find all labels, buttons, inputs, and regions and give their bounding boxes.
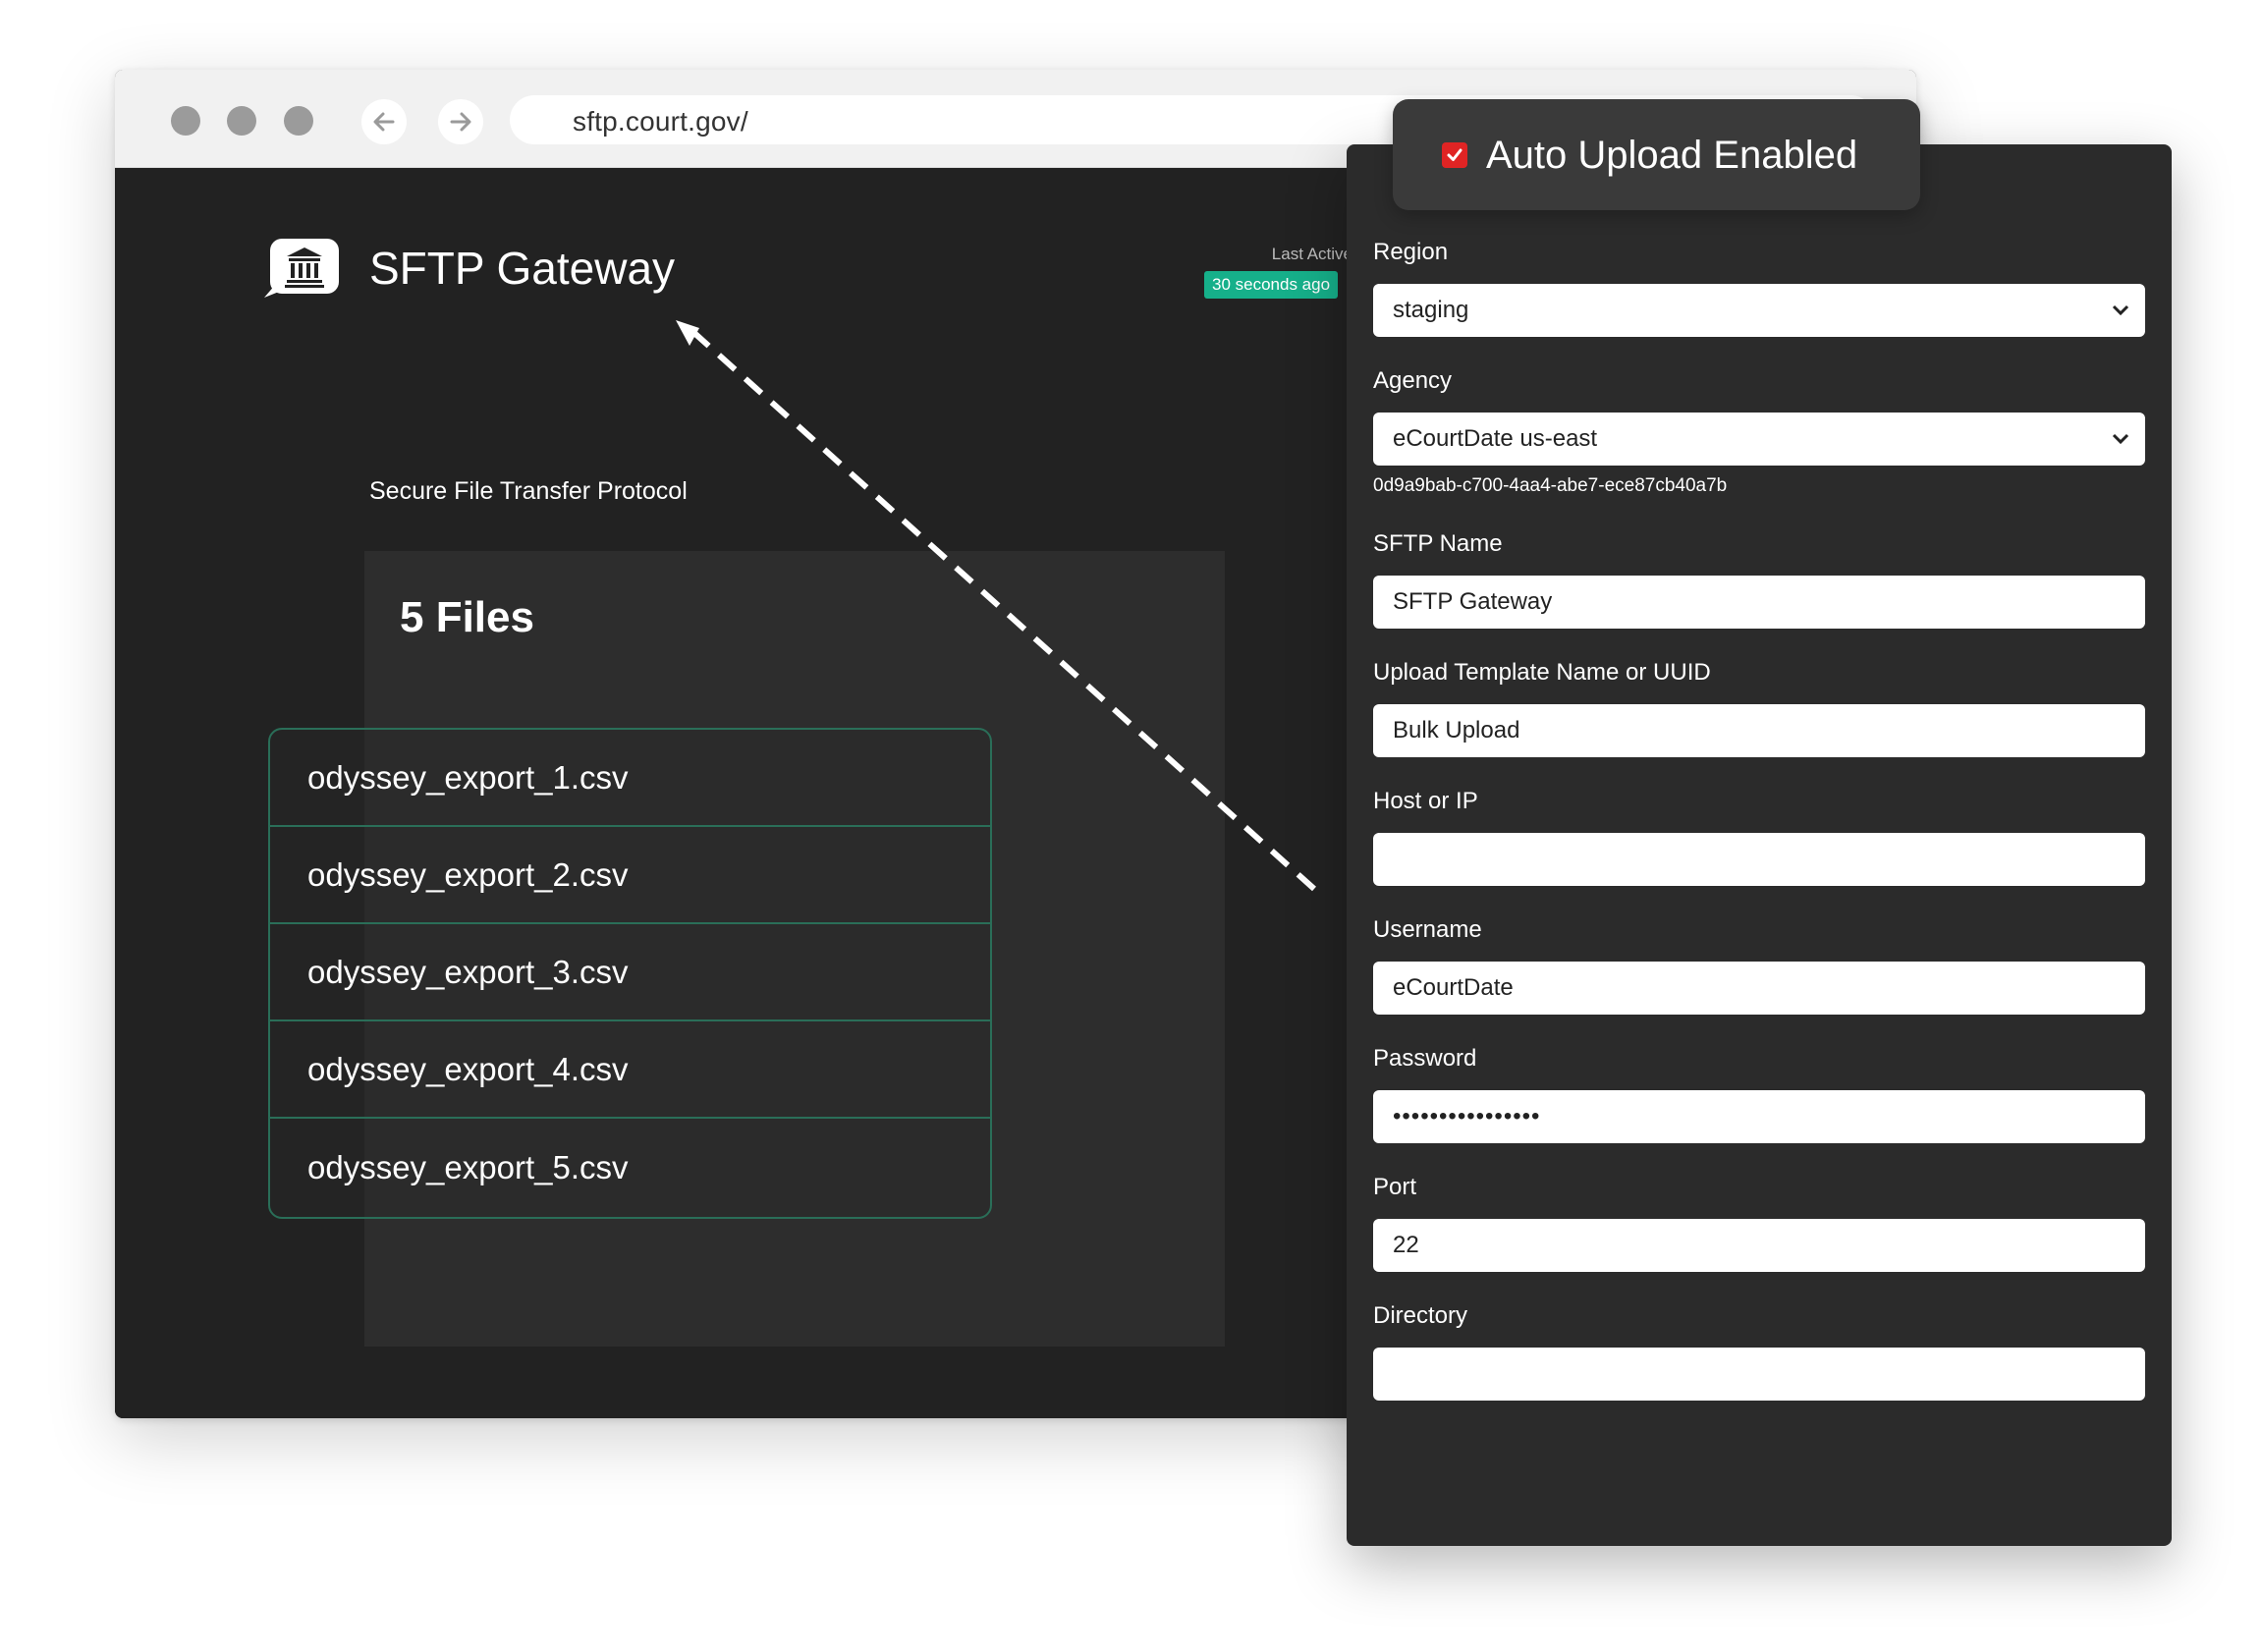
window-close-dot[interactable] — [171, 106, 200, 136]
chevron-down-icon — [2112, 304, 2129, 316]
agency-select-value: eCourtDate us-east — [1393, 425, 1598, 452]
sftp-name-label: SFTP Name — [1373, 530, 1503, 557]
username-field[interactable]: eCourtDate — [1373, 962, 2145, 1015]
screenshot-stage: sftp.court.gov/ SFTP Gateway Last Active… — [0, 0, 2263, 1652]
file-list-item[interactable]: odyssey_export_3.csv — [270, 924, 990, 1021]
address-bar-url: sftp.court.gov/ — [573, 106, 748, 137]
last-active-badge: 30 seconds ago — [1204, 271, 1339, 299]
app-subtitle: Secure File Transfer Protocol — [369, 477, 688, 505]
courthouse-chat-logo-icon — [264, 239, 339, 298]
window-maximize-dot[interactable] — [284, 106, 313, 136]
last-active-label: Last Active — [1271, 245, 1352, 263]
region-label: Region — [1373, 239, 1449, 265]
username-label: Username — [1373, 916, 1482, 943]
upload-template-field[interactable]: Bulk Upload — [1373, 704, 2145, 757]
app-title: SFTP Gateway — [369, 243, 676, 294]
auto-upload-label: Auto Upload Enabled — [1486, 134, 1858, 177]
checkmark-icon — [1447, 148, 1463, 161]
auto-upload-toggle[interactable]: Auto Upload Enabled — [1393, 99, 1920, 210]
host-field[interactable] — [1373, 833, 2145, 886]
sftp-name-field[interactable]: SFTP Gateway — [1373, 576, 2145, 629]
window-minimize-dot[interactable] — [227, 106, 256, 136]
file-list-item[interactable]: odyssey_export_5.csv — [270, 1119, 990, 1216]
upload-template-label: Upload Template Name or UUID — [1373, 659, 1711, 686]
arrow-right-icon — [450, 112, 471, 132]
port-field[interactable]: 22 — [1373, 1219, 2145, 1272]
forward-button[interactable] — [438, 99, 483, 144]
directory-field[interactable] — [1373, 1348, 2145, 1401]
directory-label: Directory — [1373, 1302, 1468, 1329]
auto-upload-checkbox[interactable] — [1442, 142, 1467, 168]
chevron-down-icon — [2112, 433, 2129, 445]
password-field[interactable]: •••••••••••••••• — [1373, 1090, 2145, 1143]
host-label: Host or IP — [1373, 788, 1478, 814]
file-list-item[interactable]: odyssey_export_1.csv — [270, 730, 990, 827]
port-label: Port — [1373, 1174, 1417, 1200]
region-select-value: staging — [1393, 297, 1469, 323]
agency-label: Agency — [1373, 367, 1453, 394]
file-list: odyssey_export_1.csv odyssey_export_2.cs… — [268, 728, 992, 1219]
file-list-item[interactable]: odyssey_export_4.csv — [270, 1021, 990, 1119]
password-label: Password — [1373, 1045, 1477, 1072]
arrow-left-icon — [373, 112, 395, 132]
files-count-heading: 5 Files — [400, 593, 534, 641]
region-select[interactable]: staging — [1373, 284, 2145, 337]
agency-uuid: 0d9a9bab-c700-4aa4-abe7-ece87cb40a7b — [1373, 475, 1728, 496]
sftp-settings-panel: Region staging Agency eCourtDate us-east… — [1347, 144, 2172, 1546]
agency-select[interactable]: eCourtDate us-east — [1373, 413, 2145, 466]
file-list-item[interactable]: odyssey_export_2.csv — [270, 827, 990, 924]
back-button[interactable] — [361, 99, 407, 144]
